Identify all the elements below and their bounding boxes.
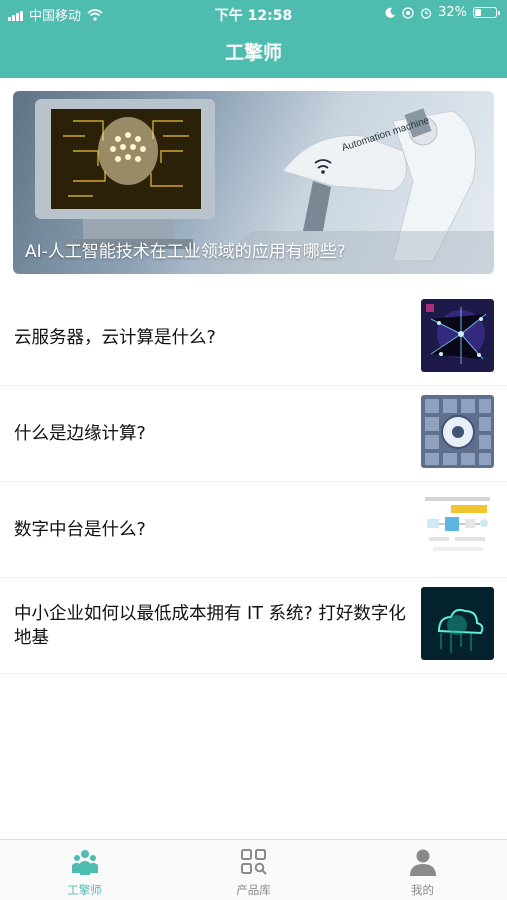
article-list: 云服务器，云计算是什么? 什么是边缘计算? 数字中台是什么? 中小企业如何以最低…: [0, 290, 507, 674]
tab-home[interactable]: 工擎师: [0, 840, 169, 900]
battery-percent: 32%: [438, 5, 467, 20]
moon-icon: [385, 7, 396, 18]
tab-label: 工擎师: [67, 883, 102, 897]
article-title: 云服务器，云计算是什么?: [14, 327, 216, 348]
article-item[interactable]: 数字中台是什么?: [0, 482, 507, 578]
user-icon: [409, 849, 436, 876]
article-thumbnail: [421, 299, 494, 372]
status-bar: 中国移动 下午 12:58 32%: [0, 0, 507, 26]
article-item[interactable]: 什么是边缘计算?: [0, 386, 507, 482]
battery-icon: [473, 7, 500, 18]
location-lock-icon: [402, 6, 414, 19]
article-item[interactable]: 中小企业如何以最低成本拥有 IT 系统? 打好数字化地基: [0, 578, 507, 674]
alarm-icon: [420, 7, 432, 19]
tab-label: 我的: [411, 883, 434, 897]
tab-label: 产品库: [236, 883, 271, 897]
article-thumbnail: [421, 395, 494, 468]
tab-profile[interactable]: 我的: [338, 840, 507, 900]
banner-caption: AI-人工智能技术在工业领域的应用有哪些?: [25, 242, 346, 262]
tab-products[interactable]: 产品库: [169, 840, 338, 900]
article-thumbnail: [421, 491, 494, 564]
bottom-tab-bar: 工擎师 产品库 我的: [0, 839, 507, 900]
featured-banner[interactable]: Automation machine AI-人工智能技术在工业领域的应用有哪些?: [13, 91, 494, 274]
article-item[interactable]: 云服务器，云计算是什么?: [0, 290, 507, 386]
people-icon: [71, 850, 98, 875]
article-title: 数字中台是什么?: [14, 519, 146, 540]
article-thumbnail: [421, 587, 494, 660]
page-title: 工擎师: [224, 42, 282, 64]
app-header: 中国移动 下午 12:58 32% 工擎师: [0, 0, 507, 78]
article-title: 中小企业如何以最低成本拥有 IT 系统? 打好数字化地基: [14, 603, 406, 648]
grid-search-icon: [240, 849, 267, 875]
article-title: 什么是边缘计算?: [14, 423, 146, 444]
